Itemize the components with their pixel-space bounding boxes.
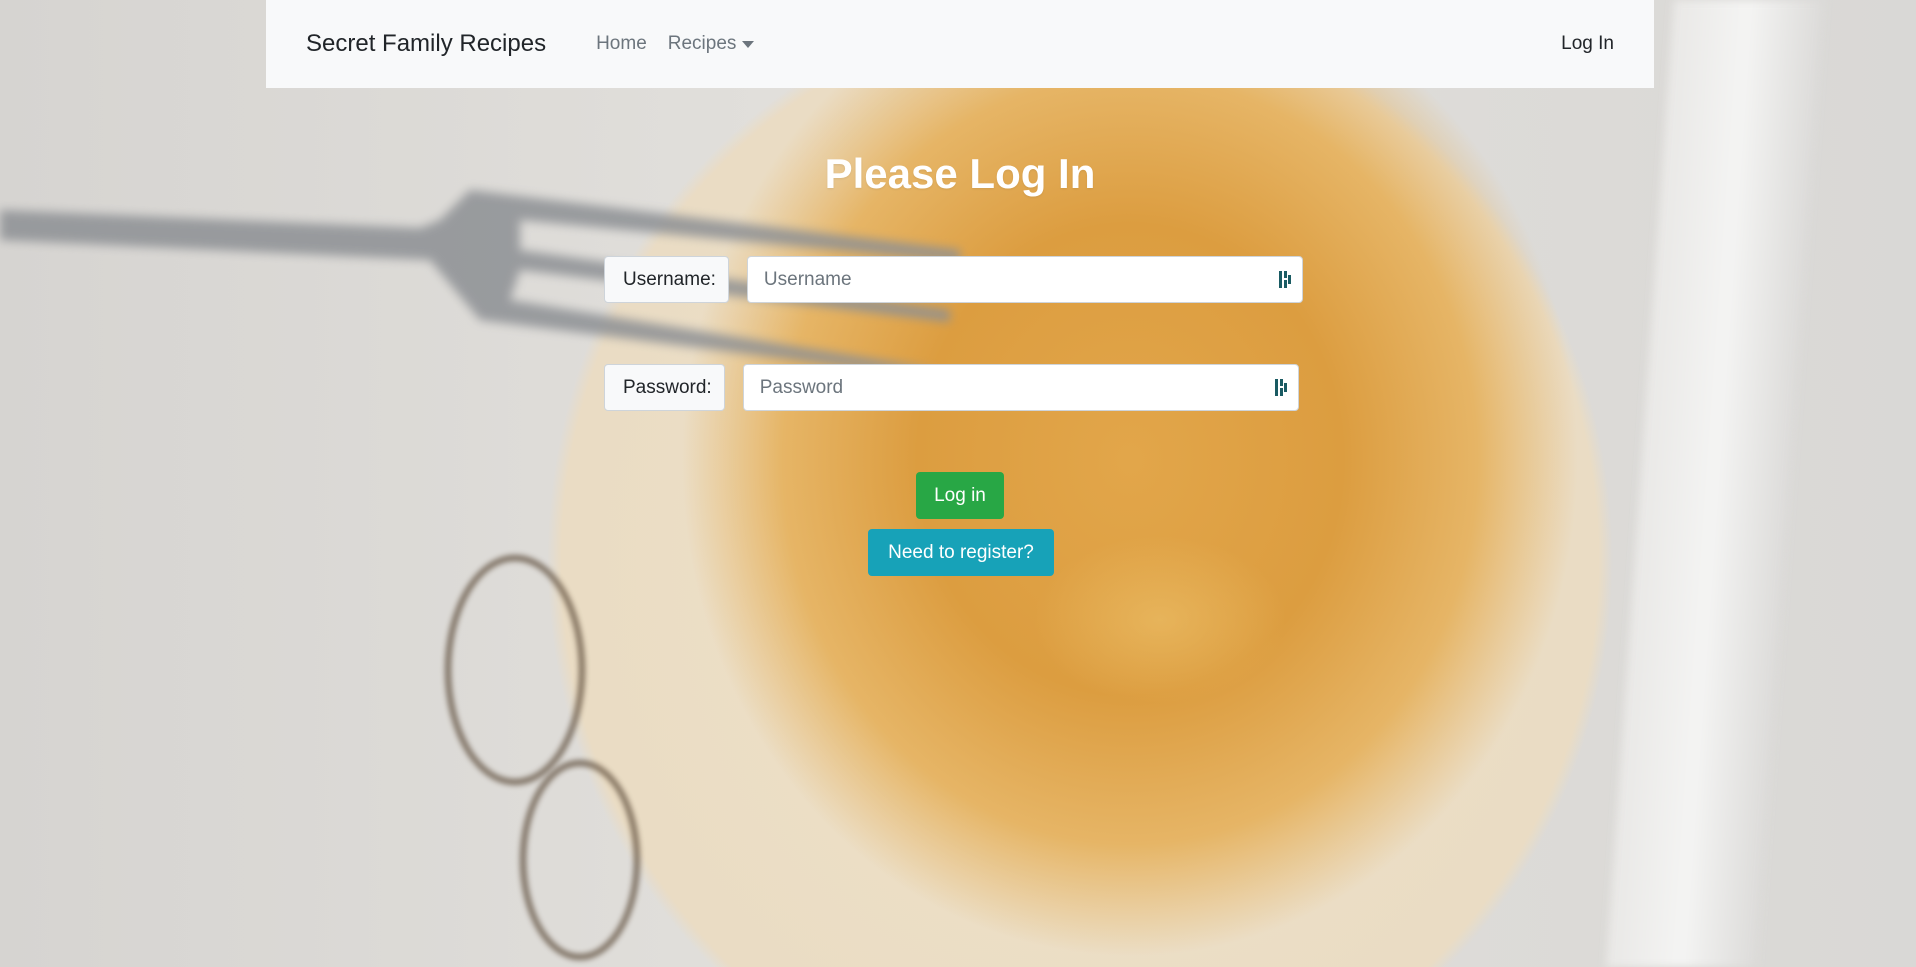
navbar: Secret Family Recipes Home Recipes Log I… xyxy=(266,0,1654,88)
nav-recipes-label: Recipes xyxy=(667,33,737,54)
plate-decoration xyxy=(445,555,585,785)
username-input-wrap xyxy=(746,256,1303,303)
nav-home-link[interactable]: Home xyxy=(596,33,647,55)
page-title: Please Log In xyxy=(824,150,1096,197)
login-button[interactable]: Log in xyxy=(916,472,1004,519)
password-row: Password: xyxy=(604,364,1299,411)
username-input[interactable] xyxy=(746,256,1303,303)
knife-image xyxy=(1606,0,1824,967)
password-manager-icon[interactable] xyxy=(1274,378,1289,397)
brand-title[interactable]: Secret Family Recipes xyxy=(306,30,546,58)
nav-home-label: Home xyxy=(596,33,647,54)
password-manager-icon[interactable] xyxy=(1278,270,1293,289)
chevron-down-icon xyxy=(742,40,755,48)
password-label: Password: xyxy=(604,364,725,411)
plate-decoration xyxy=(520,760,640,960)
username-label: Username: xyxy=(604,256,729,303)
username-row: Username: xyxy=(604,256,1303,303)
nav-login-link[interactable]: Log In xyxy=(1561,33,1614,55)
password-input-wrap xyxy=(742,364,1299,411)
password-input[interactable] xyxy=(742,364,1299,411)
nav-recipes-dropdown[interactable]: Recipes xyxy=(668,33,755,55)
register-button[interactable]: Need to register? xyxy=(868,529,1054,576)
